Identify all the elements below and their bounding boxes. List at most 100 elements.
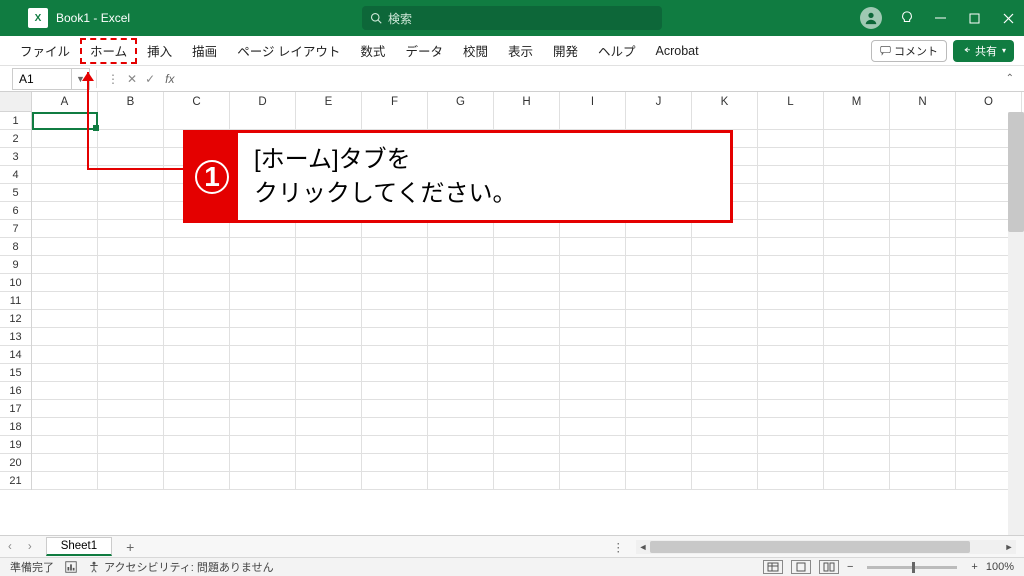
cell[interactable]	[230, 418, 296, 436]
cell[interactable]	[692, 364, 758, 382]
cell[interactable]	[230, 436, 296, 454]
cell[interactable]	[98, 436, 164, 454]
cell[interactable]	[626, 310, 692, 328]
cell[interactable]	[32, 436, 98, 454]
collapse-formula-icon[interactable]: ⌃	[1006, 73, 1014, 84]
tab-ヘルプ[interactable]: ヘルプ	[588, 36, 646, 66]
cell[interactable]	[890, 454, 956, 472]
cell[interactable]	[758, 220, 824, 238]
cell[interactable]	[758, 166, 824, 184]
tab-描画[interactable]: 描画	[182, 36, 227, 66]
column-header[interactable]: C	[164, 92, 230, 112]
cell[interactable]	[428, 292, 494, 310]
cell[interactable]	[890, 238, 956, 256]
cell[interactable]	[758, 112, 824, 130]
cell[interactable]	[428, 310, 494, 328]
cell[interactable]	[428, 472, 494, 490]
column-header[interactable]: K	[692, 92, 758, 112]
cell[interactable]	[428, 112, 494, 130]
cell[interactable]	[758, 454, 824, 472]
cell[interactable]	[758, 346, 824, 364]
normal-view-button[interactable]	[763, 560, 783, 574]
cell[interactable]	[362, 292, 428, 310]
cell[interactable]	[626, 382, 692, 400]
formula-input[interactable]	[180, 78, 1024, 79]
cell[interactable]	[692, 274, 758, 292]
cell[interactable]	[890, 382, 956, 400]
cell[interactable]	[230, 328, 296, 346]
cell[interactable]	[692, 382, 758, 400]
row-header[interactable]: 5	[0, 184, 31, 202]
cell[interactable]	[362, 436, 428, 454]
cell[interactable]	[692, 328, 758, 346]
cell[interactable]	[296, 292, 362, 310]
cell[interactable]	[164, 238, 230, 256]
cell[interactable]	[824, 364, 890, 382]
sheet-nav-next[interactable]: ›	[20, 541, 40, 553]
cell[interactable]	[758, 382, 824, 400]
user-avatar[interactable]	[860, 7, 882, 29]
page-layout-view-button[interactable]	[791, 560, 811, 574]
row-header[interactable]: 15	[0, 364, 31, 382]
lightbulb-icon[interactable]	[900, 11, 914, 25]
cell[interactable]	[296, 274, 362, 292]
row-header[interactable]: 18	[0, 418, 31, 436]
cell[interactable]	[626, 112, 692, 130]
tab-ファイル[interactable]: ファイル	[10, 36, 80, 66]
cell[interactable]	[560, 454, 626, 472]
cell[interactable]	[428, 346, 494, 364]
cell[interactable]	[692, 400, 758, 418]
row-header[interactable]: 8	[0, 238, 31, 256]
cell[interactable]	[824, 400, 890, 418]
row-header[interactable]: 17	[0, 400, 31, 418]
cell[interactable]	[692, 454, 758, 472]
tab-開発[interactable]: 開発	[543, 36, 588, 66]
comments-button[interactable]: コメント	[871, 40, 947, 62]
cell[interactable]	[824, 436, 890, 454]
cell[interactable]	[758, 238, 824, 256]
scroll-right-icon[interactable]: ►	[1002, 542, 1016, 552]
cell[interactable]	[32, 472, 98, 490]
cell[interactable]	[230, 112, 296, 130]
sheet-tab[interactable]: Sheet1	[46, 537, 112, 556]
cell[interactable]	[560, 364, 626, 382]
cell[interactable]	[230, 472, 296, 490]
cell[interactable]	[692, 418, 758, 436]
cell[interactable]	[98, 454, 164, 472]
cell[interactable]	[494, 112, 560, 130]
close-button[interactable]	[1000, 13, 1016, 24]
cell[interactable]	[362, 328, 428, 346]
cell[interactable]	[890, 148, 956, 166]
row-header[interactable]: 7	[0, 220, 31, 238]
column-header[interactable]: D	[230, 92, 296, 112]
cell[interactable]	[494, 274, 560, 292]
cell[interactable]	[32, 418, 98, 436]
cell[interactable]	[164, 400, 230, 418]
row-header[interactable]: 16	[0, 382, 31, 400]
cell[interactable]	[494, 436, 560, 454]
cell[interactable]	[32, 310, 98, 328]
row-header[interactable]: 13	[0, 328, 31, 346]
cancel-icon[interactable]: ✕	[123, 72, 141, 86]
cell[interactable]	[428, 328, 494, 346]
cell[interactable]	[164, 472, 230, 490]
cell[interactable]	[164, 292, 230, 310]
cell[interactable]	[560, 238, 626, 256]
vertical-scrollbar[interactable]	[1008, 112, 1024, 538]
cell[interactable]	[824, 202, 890, 220]
row-header[interactable]: 4	[0, 166, 31, 184]
cell[interactable]	[758, 130, 824, 148]
cell[interactable]	[494, 364, 560, 382]
cell[interactable]	[824, 130, 890, 148]
cell[interactable]	[362, 472, 428, 490]
cell[interactable]	[824, 220, 890, 238]
cell[interactable]	[890, 310, 956, 328]
column-header[interactable]: L	[758, 92, 824, 112]
tab-ページ レイアウト[interactable]: ページ レイアウト	[227, 36, 350, 66]
cell[interactable]	[32, 364, 98, 382]
cell[interactable]	[560, 472, 626, 490]
column-header[interactable]: E	[296, 92, 362, 112]
cell[interactable]	[758, 292, 824, 310]
cell[interactable]	[626, 292, 692, 310]
cell[interactable]	[626, 364, 692, 382]
